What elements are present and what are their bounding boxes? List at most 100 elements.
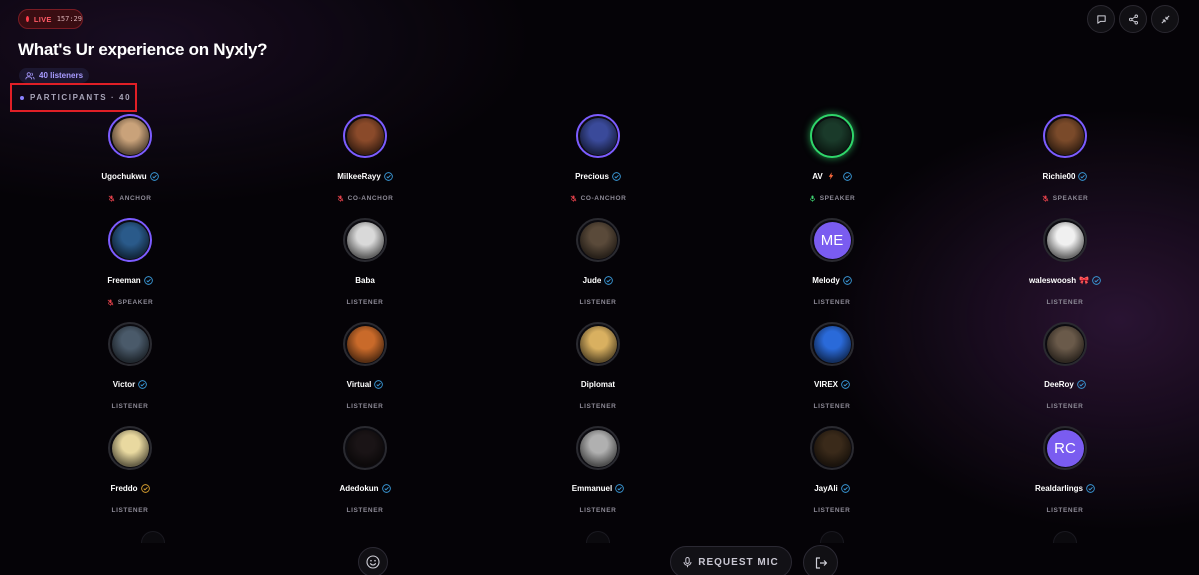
participant-role-row: CO-ANCHOR <box>337 193 394 203</box>
participant-card[interactable]: RC Realdarlings LISTENER <box>990 426 1140 515</box>
avatar[interactable] <box>346 429 384 467</box>
name-emoji: 🎀 <box>1079 275 1090 285</box>
avatar[interactable] <box>1046 325 1084 363</box>
mic-muted-icon <box>109 194 115 202</box>
avatar[interactable] <box>579 117 617 155</box>
avatar[interactable] <box>111 221 149 259</box>
participant-name: Melody <box>812 275 840 285</box>
participant-name: VIREX <box>813 379 838 389</box>
minimize-icon <box>1160 14 1170 24</box>
avatar-ring <box>108 426 152 470</box>
avatar[interactable] <box>813 117 851 155</box>
participant-card[interactable]: ME Melody LISTENER <box>757 218 907 307</box>
participant-role: LISTENER <box>1046 402 1084 410</box>
mic-muted-icon <box>107 298 114 306</box>
participant-role-row: LISTENER <box>814 505 851 515</box>
participant-card[interactable]: Diplomat LISTENER <box>523 322 673 411</box>
chat-bubble-icon <box>1096 14 1106 24</box>
participant-card[interactable]: Emmanuel LISTENER <box>523 426 673 515</box>
participant-role: SPEAKER <box>117 298 154 306</box>
avatar-ring <box>108 114 152 158</box>
participant-role-row: LISTENER <box>1047 505 1084 515</box>
avatar-ring <box>810 426 854 470</box>
avatar[interactable] <box>1046 221 1084 259</box>
avatar-ring <box>108 218 152 262</box>
participant-name-row: VIREX <box>814 378 850 390</box>
avatar-ring <box>1043 218 1087 262</box>
participant-card[interactable]: AV SPEAKER <box>757 114 907 203</box>
participant-role: SPEAKER <box>819 194 856 202</box>
participant-card[interactable]: Victor LISTENER <box>55 322 205 411</box>
participant-card[interactable]: Baba LISTENER <box>290 218 440 307</box>
avatar[interactable] <box>346 221 384 259</box>
participant-name-row: Emmanuel <box>571 482 625 494</box>
participant-card[interactable]: VIREX LISTENER <box>757 322 907 411</box>
avatar[interactable] <box>346 117 384 155</box>
participant-name: DeeRoy <box>1044 379 1074 389</box>
listeners-count[interactable]: 40 listeners <box>19 68 90 83</box>
participant-card[interactable]: Freddo LISTENER <box>55 426 205 515</box>
request-mic-button[interactable]: REQUEST MIC <box>670 546 792 575</box>
participant-name: Virtual <box>346 379 372 389</box>
participant-role-row: LISTENER <box>112 401 149 411</box>
avatar[interactable] <box>111 429 149 467</box>
avatar[interactable] <box>579 429 617 467</box>
leave-room-button[interactable] <box>803 545 838 575</box>
participant-card[interactable]: Jude LISTENER <box>523 218 673 307</box>
participant-card[interactable]: DeeRoy LISTENER <box>990 322 1140 411</box>
listeners-count-label: 40 listeners <box>39 71 84 80</box>
avatar[interactable]: ME <box>813 221 851 259</box>
verified-badge-icon <box>381 483 391 493</box>
participant-role-row: LISTENER <box>580 297 617 307</box>
avatar-ring <box>576 426 620 470</box>
participant-name: JayAli <box>814 483 838 493</box>
participant-role: LISTENER <box>813 506 851 514</box>
avatar[interactable] <box>813 325 851 363</box>
participant-name-row: Adedokun <box>339 482 391 494</box>
participant-card[interactable]: waleswoosh 🎀 LISTENER <box>990 218 1140 307</box>
participant-role-row: LISTENER <box>347 401 384 411</box>
participant-name: Adedokun <box>339 483 379 493</box>
avatar[interactable]: RC <box>1046 429 1084 467</box>
participant-card[interactable]: Freeman SPEAKER <box>55 218 205 307</box>
avatar[interactable] <box>1046 117 1084 155</box>
avatar[interactable] <box>813 429 851 467</box>
participant-card[interactable]: Precious CO-ANCHOR <box>523 114 673 203</box>
avatar[interactable] <box>111 117 149 155</box>
participant-role-row: SPEAKER <box>809 193 856 203</box>
participant-role: LISTENER <box>579 298 617 306</box>
participant-name: Baba <box>355 275 375 285</box>
participant-name-row: Precious <box>575 170 621 182</box>
participant-role-row: SPEAKER <box>1042 193 1089 203</box>
chat-button[interactable] <box>1087 5 1115 33</box>
share-button[interactable] <box>1119 5 1147 33</box>
participant-card[interactable]: Adedokun LISTENER <box>290 426 440 515</box>
participant-name: Emmanuel <box>571 483 613 493</box>
verified-badge-icon <box>841 379 850 389</box>
avatar[interactable] <box>579 221 617 259</box>
avatar[interactable] <box>579 325 617 363</box>
participant-card[interactable]: Ugochukwu ANCHOR <box>55 114 205 203</box>
top-actions <box>1087 5 1179 33</box>
avatar[interactable] <box>111 325 149 363</box>
minimize-button[interactable] <box>1151 5 1179 33</box>
participant-name-row: AV <box>812 170 852 182</box>
participant-role: CO-ANCHOR <box>580 194 627 202</box>
verified-badge-icon <box>615 483 625 493</box>
participant-role-row: LISTENER <box>580 505 617 515</box>
participant-name: Jude <box>582 275 602 285</box>
mic-muted-icon <box>570 194 576 202</box>
participant-card[interactable]: Richie00 SPEAKER <box>990 114 1140 203</box>
avatar[interactable] <box>346 325 384 363</box>
participant-name: Precious <box>575 171 609 181</box>
bottom-bar: REQUEST MIC <box>0 540 1199 575</box>
participant-name: Richie00 <box>1042 171 1076 181</box>
participant-card[interactable]: JayAli LISTENER <box>757 426 907 515</box>
participant-card[interactable]: MilkeeRayy CO-ANCHOR <box>290 114 440 203</box>
participant-name-row: Diplomat <box>581 378 615 390</box>
avatar-ring <box>343 218 387 262</box>
participant-role-row: ANCHOR <box>108 193 151 203</box>
participant-card[interactable]: Virtual LISTENER <box>290 322 440 411</box>
emoji-reaction-button[interactable] <box>358 547 388 575</box>
avatar-ring: RC <box>1043 426 1087 470</box>
